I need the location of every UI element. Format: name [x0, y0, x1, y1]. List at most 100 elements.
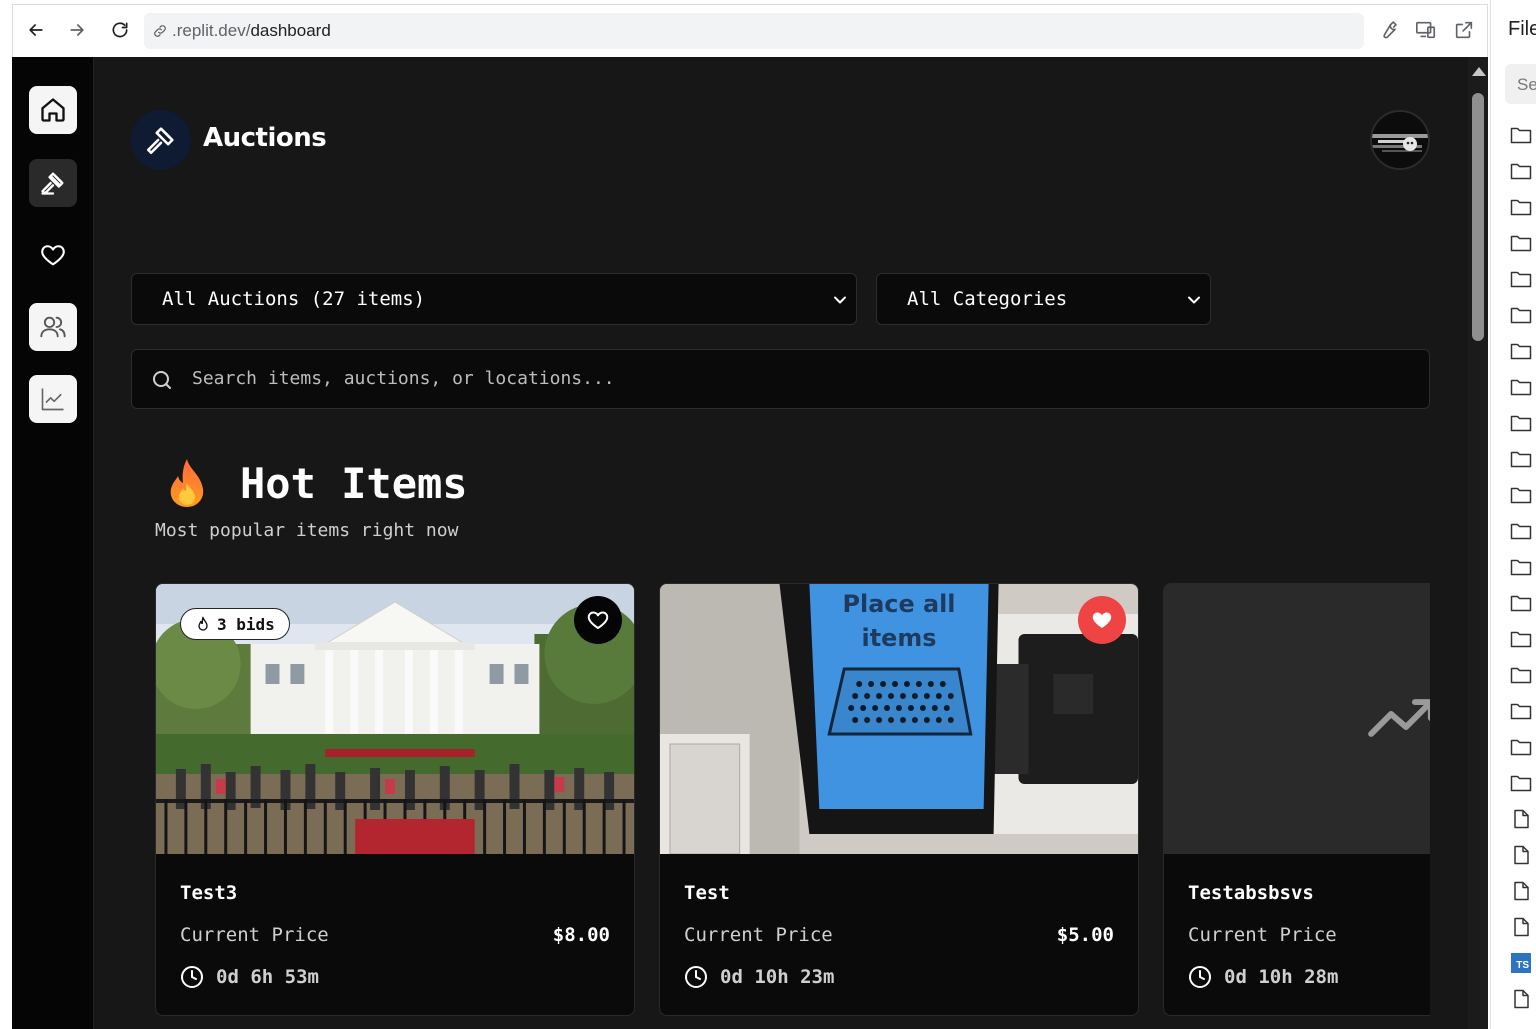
- folder-icon[interactable]: [1510, 449, 1532, 469]
- folder-icon[interactable]: [1510, 593, 1532, 613]
- auctions-filter-value: All Auctions (27 items): [162, 288, 426, 310]
- image-caption: Place all: [843, 590, 956, 618]
- folder-icon[interactable]: [1510, 773, 1532, 793]
- auction-card[interactable]: 3 bids Test3 Current Price $8.00 0d 6h 5…: [155, 583, 635, 1016]
- folder-icon[interactable]: [1510, 197, 1532, 217]
- file-icon[interactable]: [1510, 845, 1532, 865]
- item-name: Test: [684, 882, 730, 904]
- gavel-icon: [146, 127, 174, 155]
- folder-icon[interactable]: [1510, 269, 1532, 289]
- image-caption: items: [862, 624, 937, 652]
- heart-filled-icon: [1092, 612, 1112, 628]
- item-name: Testabsbsvs: [1188, 882, 1314, 904]
- fire-icon: [170, 459, 204, 507]
- file-icon[interactable]: [1510, 881, 1532, 901]
- sidebar-item-favorites[interactable]: [29, 231, 77, 279]
- sidebar-item-auctions[interactable]: [29, 159, 77, 207]
- folder-icon[interactable]: [1510, 413, 1532, 433]
- address-bar[interactable]: .replit.dev/dashboard: [144, 13, 1364, 49]
- search-placeholder: Search items, auctions, or locations...: [192, 368, 615, 389]
- section-title: Hot Items: [240, 459, 468, 508]
- file-icon[interactable]: [1510, 809, 1532, 829]
- page-title: Auctions: [203, 123, 327, 153]
- sidebar-item-users[interactable]: [29, 303, 77, 351]
- sidebar: [12, 57, 94, 1029]
- scroll-up-arrow-icon[interactable]: [1472, 67, 1486, 76]
- bids-badge: 3 bids: [180, 608, 290, 640]
- item-price: $8.00: [552, 924, 610, 946]
- clock-icon: [1189, 966, 1211, 988]
- hot-items-carousel: 3 bids Test3 Current Price $8.00 0d 6h 5…: [155, 583, 1430, 1029]
- sidebar-item-analytics[interactable]: [29, 375, 77, 423]
- folder-icon[interactable]: [1510, 737, 1532, 757]
- typescript-file-icon[interactable]: TS: [1511, 953, 1531, 973]
- price-label: Current Price: [1188, 924, 1337, 946]
- search-icon: [153, 371, 171, 389]
- files-panel-title: Files: [1508, 18, 1536, 40]
- folder-icon[interactable]: [1510, 125, 1532, 145]
- folder-icon[interactable]: [1510, 377, 1532, 397]
- categories-filter-value: All Categories: [907, 288, 1068, 310]
- price-label: Current Price: [180, 924, 329, 946]
- item-image-placeholder: [1164, 584, 1430, 854]
- folder-icon[interactable]: [1510, 305, 1532, 325]
- section-subtitle: Most popular items right now: [155, 520, 459, 541]
- devices-icon[interactable]: [1415, 19, 1437, 41]
- folder-icon[interactable]: [1510, 161, 1532, 181]
- app-logo: [131, 110, 191, 170]
- folder-icon[interactable]: [1510, 521, 1532, 541]
- item-name: Test3: [180, 882, 238, 904]
- files-search-input[interactable]: Se: [1505, 64, 1536, 104]
- app-viewport: Auctions All Auctions (27 items) All Cat…: [12, 57, 1488, 1029]
- folder-icon[interactable]: [1510, 485, 1532, 505]
- home-icon: [41, 98, 65, 122]
- auction-card[interactable]: Testabsbsvs Current Price 0d 10h 28m: [1163, 583, 1430, 1016]
- wrench-icon[interactable]: [1377, 19, 1399, 41]
- folder-icon[interactable]: [1510, 701, 1532, 721]
- main-content: Auctions All Auctions (27 items) All Cat…: [95, 57, 1468, 1029]
- categories-filter-select[interactable]: All Categories: [876, 273, 1211, 325]
- heart-icon: [587, 611, 609, 629]
- folder-icon[interactable]: [1510, 557, 1532, 577]
- price-label: Current Price: [684, 924, 833, 946]
- open-external-icon[interactable]: [1453, 19, 1475, 41]
- heart-icon: [41, 245, 65, 266]
- forward-icon[interactable]: [64, 17, 90, 43]
- browser-toolbar: .replit.dev/dashboard: [12, 4, 1488, 57]
- auction-card[interactable]: Place all items Test Current Price $5.00…: [659, 583, 1139, 1016]
- clock-icon: [685, 966, 707, 988]
- users-icon: [40, 316, 66, 338]
- favorite-button[interactable]: [1078, 596, 1126, 644]
- gavel-icon: [41, 172, 64, 195]
- file-icon[interactable]: [1510, 917, 1532, 937]
- scrollbar-thumb[interactable]: [1472, 93, 1484, 341]
- chart-icon: [41, 388, 64, 411]
- folder-icon[interactable]: [1510, 665, 1532, 685]
- folder-icon[interactable]: [1510, 629, 1532, 649]
- files-search-placeholder: Se: [1517, 75, 1536, 94]
- files-panel: Files Se TS: [1490, 0, 1536, 1029]
- item-price: $5.00: [1056, 924, 1114, 946]
- time-remaining: 0d 10h 28m: [1224, 966, 1339, 988]
- sidebar-item-home[interactable]: [29, 86, 77, 134]
- trending-up-icon: [1164, 584, 1430, 854]
- auctions-filter-select[interactable]: All Auctions (27 items): [131, 273, 857, 325]
- link-icon: [154, 25, 166, 37]
- clock-icon: [181, 966, 203, 988]
- chevron-down-icon: [834, 296, 846, 304]
- reload-icon[interactable]: [107, 17, 133, 43]
- url-text: .replit.dev/dashboard: [172, 21, 331, 40]
- back-icon[interactable]: [23, 17, 49, 43]
- folder-icon[interactable]: [1510, 341, 1532, 361]
- chevron-down-icon: [1188, 296, 1200, 304]
- file-icon[interactable]: [1510, 989, 1532, 1009]
- time-remaining: 0d 10h 23m: [720, 966, 835, 988]
- avatar[interactable]: [1370, 110, 1430, 170]
- favorite-button[interactable]: [574, 596, 622, 644]
- scrollbar[interactable]: [1468, 57, 1488, 1029]
- flame-icon: [198, 616, 208, 631]
- item-image: Place all items: [660, 584, 1138, 854]
- folder-icon[interactable]: [1510, 233, 1532, 253]
- time-remaining: 0d 6h 53m: [216, 966, 319, 988]
- search-input[interactable]: Search items, auctions, or locations...: [131, 349, 1430, 409]
